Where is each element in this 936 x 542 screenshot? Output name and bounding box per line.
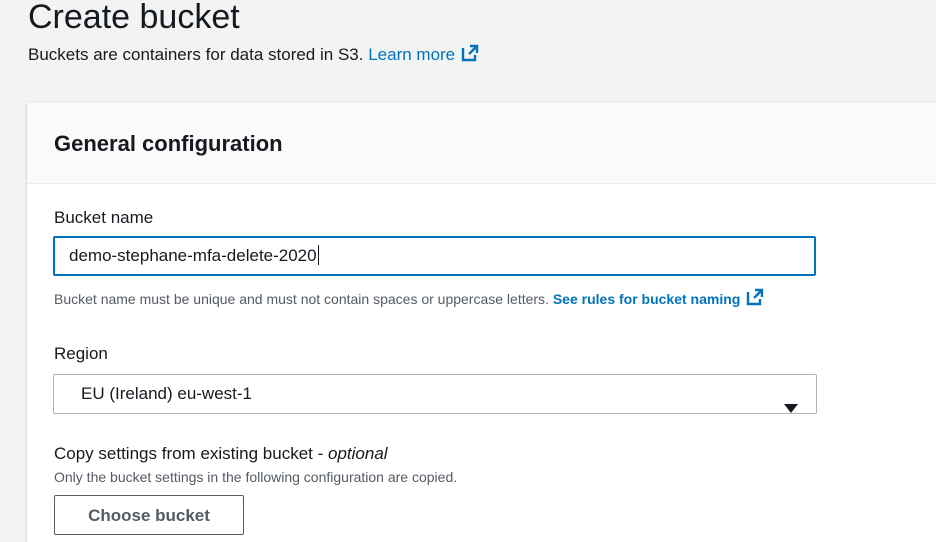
panel-header: General configuration (27, 103, 936, 184)
external-link-icon (746, 288, 764, 310)
region-label: Region (54, 344, 108, 363)
page-description: Buckets are containers for data stored i… (28, 44, 479, 68)
bucket-name-input[interactable]: demo-stephane-mfa-delete-2020 (53, 236, 816, 276)
copy-settings-label-text: Copy settings from existing bucket - (54, 444, 324, 463)
general-configuration-panel: General configuration Bucket name demo-s… (27, 102, 936, 542)
learn-more-link[interactable]: Learn more (368, 44, 479, 64)
page-description-text: Buckets are containers for data stored i… (28, 45, 364, 64)
region-selected-value: EU (Ireland) eu-west-1 (81, 384, 253, 403)
bucket-name-label: Bucket name (54, 208, 154, 227)
bucket-name-value: demo-stephane-mfa-delete-2020 (69, 246, 317, 265)
caret-down-icon (784, 390, 798, 428)
bucket-naming-rules-label: See rules for bucket naming (552, 291, 741, 307)
bucket-name-hint-text: Bucket name must be unique and must not … (54, 291, 549, 307)
choose-bucket-button[interactable]: Choose bucket (54, 495, 244, 535)
text-cursor (317, 245, 319, 265)
bucket-name-hint: Bucket name must be unique and must not … (54, 288, 764, 310)
create-bucket-page: Create bucket Buckets are containers for… (0, 0, 936, 542)
region-select[interactable]: EU (Ireland) eu-west-1 (53, 374, 817, 414)
optional-label: optional (328, 444, 388, 463)
bucket-naming-rules-link[interactable]: See rules for bucket naming (552, 288, 765, 310)
copy-settings-label: Copy settings from existing bucket - opt… (54, 443, 388, 465)
external-link-icon (461, 44, 479, 68)
page-title: Create bucket (28, 0, 240, 36)
panel-title: General configuration (54, 131, 283, 156)
copy-settings-description: Only the bucket settings in the followin… (54, 469, 458, 485)
learn-more-label: Learn more (368, 45, 456, 64)
